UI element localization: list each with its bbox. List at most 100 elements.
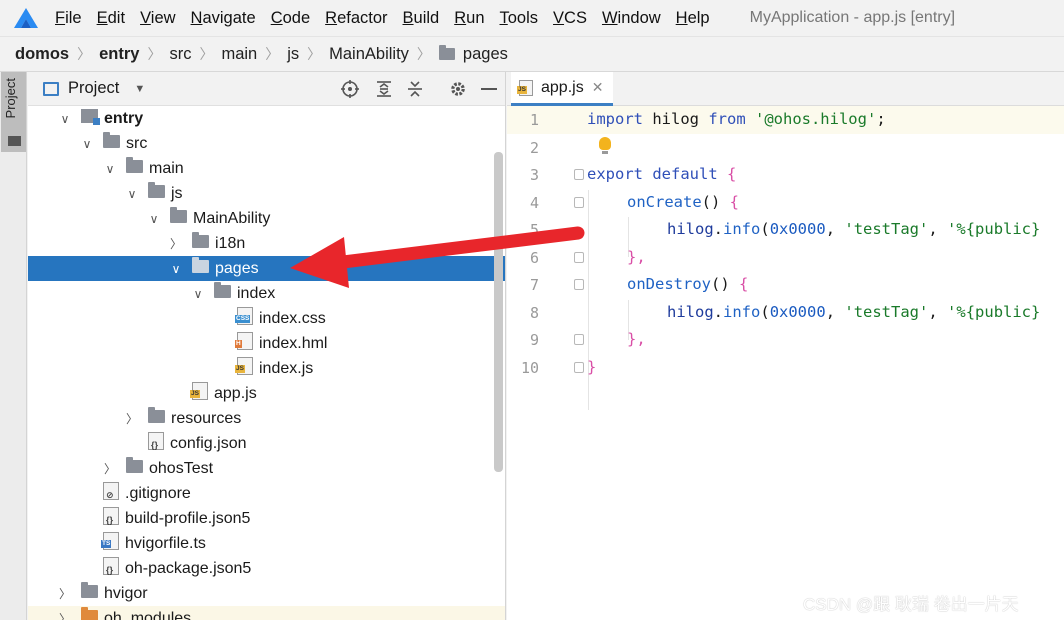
code-line[interactable]: 6 }, — [507, 244, 1064, 272]
tree-item-build-profile[interactable]: {} build-profile.json5 — [28, 506, 505, 531]
tree-item-main[interactable]: ∨ main — [28, 156, 505, 181]
tree-item-js[interactable]: ∨ js — [28, 181, 505, 206]
breadcrumb-item-domos[interactable]: domos — [15, 45, 69, 64]
tree-item-app-js[interactable]: JS app.js — [28, 381, 505, 406]
tree-item-config-json[interactable]: {} config.json — [28, 431, 505, 456]
lightbulb-icon[interactable] — [599, 136, 611, 154]
chevron-down-icon[interactable]: ∨ — [125, 187, 139, 201]
menu-file[interactable]: File — [55, 9, 82, 28]
chevron-right-icon: 〉 — [199, 46, 214, 62]
tree-item-resources[interactable]: 〉 resources — [28, 406, 505, 431]
tree-item-label: index.hml — [259, 334, 328, 352]
collapse-all-icon[interactable] — [405, 79, 425, 99]
tree-item-index-hml[interactable]: H index.hml — [28, 331, 505, 356]
code-line[interactable]: 3 export default { — [507, 161, 1064, 189]
tree-item-gitignore[interactable]: ⊘ .gitignore — [28, 481, 505, 506]
menu-navigate[interactable]: Navigate — [191, 9, 256, 28]
chevron-right-icon[interactable]: 〉 — [58, 585, 72, 602]
menu-window[interactable]: Window — [602, 9, 661, 28]
menu-refactor[interactable]: Refactor — [325, 9, 387, 28]
code-line[interactable]: 1 import hilog from '@ohos.hilog'; — [507, 106, 1064, 134]
code-line[interactable]: 10 } — [507, 354, 1064, 382]
menu-run[interactable]: Run — [454, 9, 484, 28]
fold-marker-icon[interactable] — [574, 251, 584, 263]
fold-marker-icon[interactable] — [574, 196, 584, 208]
locate-crosshair-icon[interactable] — [340, 79, 360, 99]
js-file-icon: JS — [235, 357, 253, 380]
code-line[interactable]: 8 hilog.info(0x0000, 'testTag', '%{publi… — [507, 299, 1064, 327]
tree-item-oh-package[interactable]: {} oh-package.json5 — [28, 556, 505, 581]
tree-item-label: main — [149, 159, 184, 177]
tree-item-index-js[interactable]: JS index.js — [28, 356, 505, 381]
menu-view[interactable]: View — [140, 9, 175, 28]
menu-build[interactable]: Build — [403, 9, 440, 28]
menu-help[interactable]: Help — [676, 9, 710, 28]
folder-icon — [148, 406, 165, 428]
line-number: 10 — [520, 358, 539, 377]
fold-marker-icon[interactable] — [574, 279, 584, 290]
folder-icon — [81, 606, 98, 620]
chevron-down-icon[interactable]: ∨ — [191, 287, 205, 301]
breadcrumb-item-pages[interactable]: pages — [438, 45, 508, 64]
line-number: 1 — [529, 111, 539, 129]
fold-marker-icon[interactable] — [574, 361, 584, 373]
code-editor: JS app.js ✕ 1 import hilog from '@ohos.h… — [507, 72, 1064, 620]
json-file-icon: {} — [148, 432, 164, 455]
settings-gear-icon[interactable] — [448, 79, 468, 99]
tree-item-index[interactable]: ∨ index — [28, 281, 505, 306]
code-line[interactable]: 7 onDestroy() { — [507, 271, 1064, 299]
code-text: } — [587, 357, 597, 376]
chevron-right-icon: 〉 — [265, 46, 280, 62]
tree-item-pages[interactable]: ∨ pages — [28, 256, 505, 281]
tree-item-i18n[interactable]: 〉 i18n — [28, 231, 505, 256]
breadcrumb-item-main[interactable]: main — [221, 45, 257, 64]
menu-vcs[interactable]: VCS — [553, 9, 587, 28]
code-line[interactable]: 9 }, — [507, 326, 1064, 354]
tree-item-oh-modules[interactable]: 〉 oh_modules — [28, 606, 505, 620]
breadcrumb-item-entry[interactable]: entry — [99, 45, 139, 64]
code-line[interactable]: 4 onCreate() { — [507, 189, 1064, 217]
code-text: onDestroy() { — [627, 275, 749, 293]
tree-item-src[interactable]: ∨ src — [28, 131, 505, 156]
chevron-right-icon[interactable]: 〉 — [169, 235, 183, 252]
chevron-down-icon[interactable]: ∨ — [147, 212, 161, 226]
dropdown-arrow-icon[interactable]: ▼ — [134, 83, 145, 95]
breadcrumb-item-mainability[interactable]: MainAbility — [329, 45, 409, 64]
menu-code[interactable]: Code — [271, 9, 310, 28]
fold-marker-icon[interactable] — [574, 334, 584, 345]
chevron-right-icon[interactable]: 〉 — [58, 610, 72, 620]
project-view-icon — [43, 81, 59, 96]
breadcrumb-item-js[interactable]: js — [287, 45, 299, 64]
hide-panel-icon[interactable] — [479, 79, 499, 99]
project-panel: Project ▼ ∨ entry ∨ src ∨ main ∨ js ∨ Ma… — [28, 72, 506, 620]
menu-edit[interactable]: Edit — [97, 9, 125, 28]
breadcrumb-item-src[interactable]: src — [169, 45, 191, 64]
project-tool-tab[interactable]: Project — [1, 72, 26, 152]
tree-item-index-css[interactable]: CSS index.css — [28, 306, 505, 331]
expand-all-icon[interactable] — [374, 79, 394, 99]
chevron-right-icon[interactable]: 〉 — [103, 460, 117, 477]
menu-tools[interactable]: Tools — [500, 9, 539, 28]
chevron-right-icon[interactable]: 〉 — [125, 410, 139, 427]
tree-item-hvigorfile-ts[interactable]: TS hvigorfile.ts — [28, 531, 505, 556]
project-panel-title[interactable]: Project — [68, 79, 119, 98]
tree-item-entry[interactable]: ∨ entry — [28, 106, 505, 131]
chevron-down-icon[interactable]: ∨ — [80, 137, 94, 151]
code-text: }, — [627, 247, 646, 266]
close-icon[interactable]: ✕ — [592, 79, 604, 96]
json-file-icon: {} — [103, 557, 119, 580]
chevron-down-icon[interactable]: ∨ — [58, 112, 72, 126]
js-file-icon: JS — [517, 79, 533, 96]
tree-item-hvigor[interactable]: 〉 hvigor — [28, 581, 505, 606]
code-line[interactable]: 2 — [507, 134, 1064, 162]
tab-app-js[interactable]: JS app.js ✕ — [511, 72, 613, 106]
chevron-right-icon: 〉 — [307, 46, 322, 62]
fold-marker-icon[interactable] — [574, 169, 584, 180]
chevron-down-icon[interactable]: ∨ — [103, 162, 117, 176]
tree-item-mainability[interactable]: ∨ MainAbility — [28, 206, 505, 231]
chevron-down-icon[interactable]: ∨ — [169, 262, 183, 276]
tree-scrollbar[interactable] — [494, 152, 503, 472]
tree-item-label: entry — [104, 109, 144, 127]
code-line[interactable]: 5 hilog.info(0x0000, 'testTag', '%{publi… — [507, 216, 1064, 244]
tree-item-ohostest[interactable]: 〉 ohosTest — [28, 456, 505, 481]
